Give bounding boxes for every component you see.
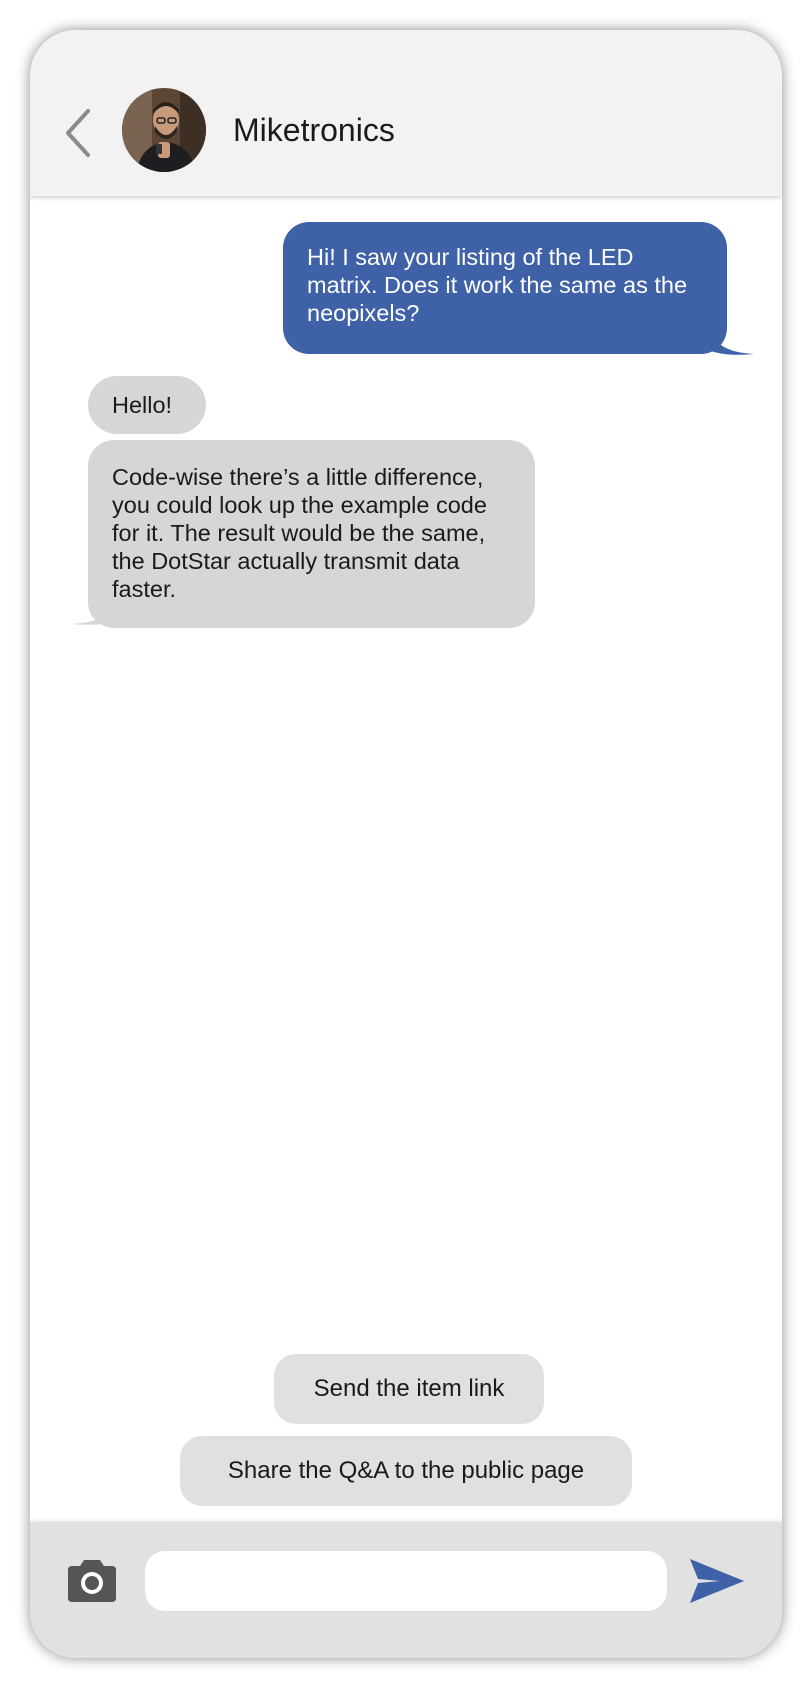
incoming-bubble-tail [72, 590, 118, 625]
avatar[interactable] [122, 88, 206, 172]
contact-avatar-photo [122, 88, 206, 172]
chevron-left-icon [66, 109, 90, 157]
suggestion-share-qa[interactable]: Share the Q&A to the public page [180, 1436, 632, 1506]
outgoing-bubble-tail [708, 320, 754, 355]
camera-button[interactable] [68, 1558, 116, 1602]
suggestion-send-item-link[interactable]: Send the item link [274, 1354, 544, 1424]
incoming-message: Hello! [88, 376, 206, 434]
chat-header: Miketronics [30, 30, 782, 196]
outgoing-message: Hi! I saw your listing of the LED matrix… [283, 222, 727, 354]
camera-icon [68, 1560, 116, 1602]
back-button[interactable] [60, 105, 100, 161]
send-icon [690, 1559, 744, 1603]
send-button[interactable] [690, 1559, 744, 1603]
contact-name: Miketronics [233, 112, 395, 148]
incoming-message: Code-wise there’s a little difference, y… [88, 440, 535, 628]
message-input[interactable] [145, 1551, 667, 1611]
composer-bar [30, 1522, 782, 1658]
chat-screen: Miketronics Hi! I saw your listing of th… [30, 30, 782, 1658]
